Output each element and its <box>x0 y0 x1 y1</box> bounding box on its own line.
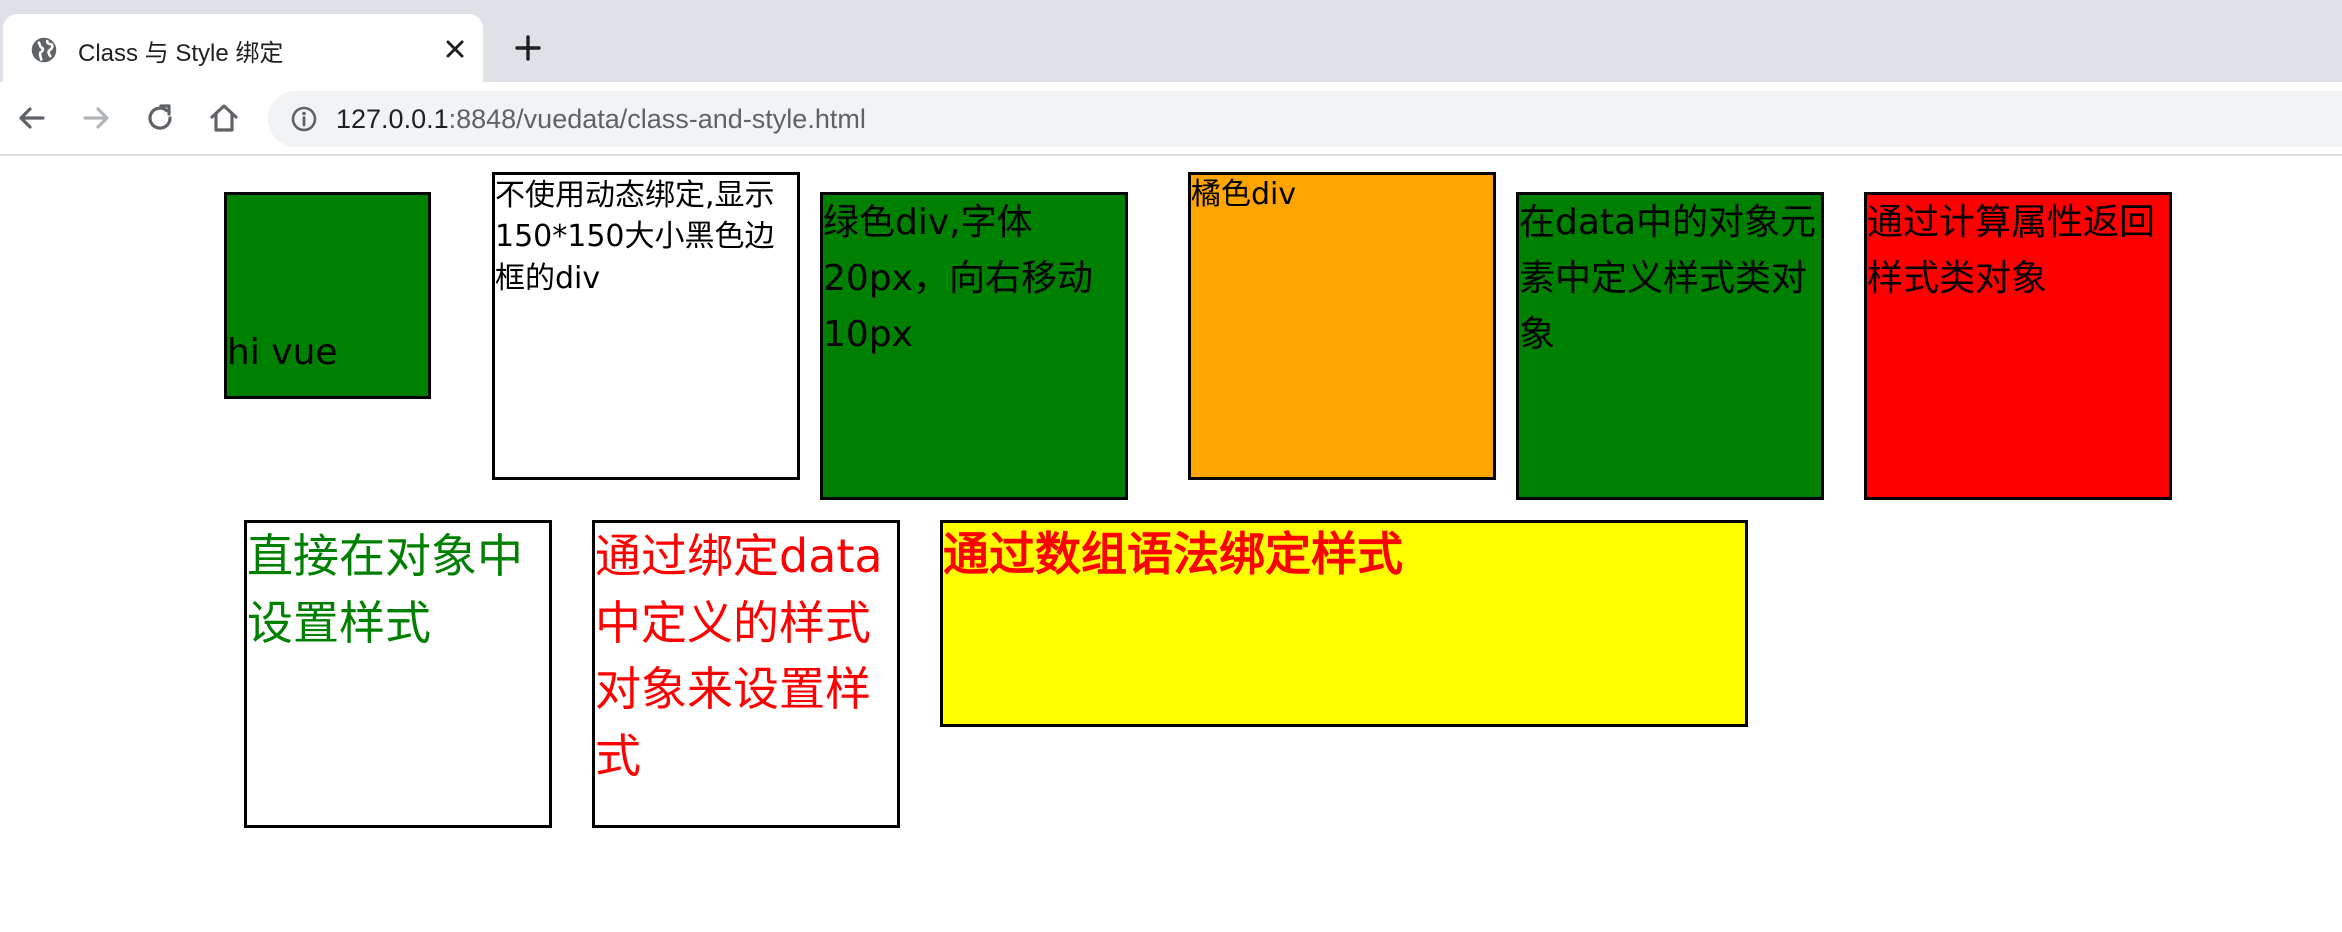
close-icon[interactable] <box>440 34 470 64</box>
url-text[interactable]: 127.0.0.1:8848/vuedata/class-and-style.h… <box>336 104 866 135</box>
green-box-shifted: 绿色div,字体20px，向右移动10px <box>820 192 1128 500</box>
red-box-computed: 通过计算属性返回样式类对象 <box>1864 192 2172 500</box>
green-box-data-object: 在data中的对象元素中定义样式类对象 <box>1516 192 1824 500</box>
box-text: 在data中的对象元素中定义样式类对象 <box>1519 202 1817 355</box>
arrow-right-icon[interactable] <box>78 100 114 136</box>
reload-icon[interactable] <box>142 100 178 136</box>
url-path: :8848/vuedata/class-and-style.html <box>448 104 866 134</box>
box-text: 通过数组语法绑定样式 <box>943 527 1403 581</box>
url-host: 127.0.0.1 <box>336 104 449 134</box>
box-text: 通过绑定data中定义的样式对象来设置样式 <box>595 529 883 784</box>
black-border-box: 不使用动态绑定,显示150*150大小黑色边框的div <box>492 172 800 480</box>
tab-title: Class 与 Style 绑定 <box>78 40 284 67</box>
browser-toolbar: 127.0.0.1:8848/vuedata/class-and-style.h… <box>0 82 2342 156</box>
globe-icon <box>31 37 57 63</box>
tab-active[interactable]: Class 与 Style 绑定 <box>3 14 483 82</box>
green-box-hi-vue: hi vue <box>224 192 431 399</box>
data-style-object-box: 通过绑定data中定义的样式对象来设置样式 <box>592 520 900 828</box>
orange-box: 橘色div <box>1188 172 1496 480</box>
box-text: 不使用动态绑定,显示150*150大小黑色边框的div <box>495 178 775 296</box>
box-text: hi vue <box>227 332 338 374</box>
box-text: 绿色div,字体20px，向右移动10px <box>823 202 1093 355</box>
page-content: hi vue 不使用动态绑定,显示150*150大小黑色边框的div 绿色div… <box>0 156 2342 932</box>
info-icon[interactable] <box>290 105 318 133</box>
address-bar[interactable]: 127.0.0.1:8848/vuedata/class-and-style.h… <box>268 91 2342 147</box>
array-syntax-box: 通过数组语法绑定样式 <box>940 520 1748 727</box>
home-icon[interactable] <box>206 100 242 136</box>
box-text: 橘色div <box>1191 177 1297 212</box>
tab-strip: Class 与 Style 绑定 <box>0 0 2342 82</box>
plus-icon[interactable] <box>512 32 544 64</box>
arrow-left-icon[interactable] <box>14 100 50 136</box>
box-text: 通过计算属性返回样式类对象 <box>1867 202 2156 299</box>
inline-style-box: 直接在对象中设置样式 <box>244 520 552 828</box>
box-text: 直接在对象中设置样式 <box>247 529 523 650</box>
